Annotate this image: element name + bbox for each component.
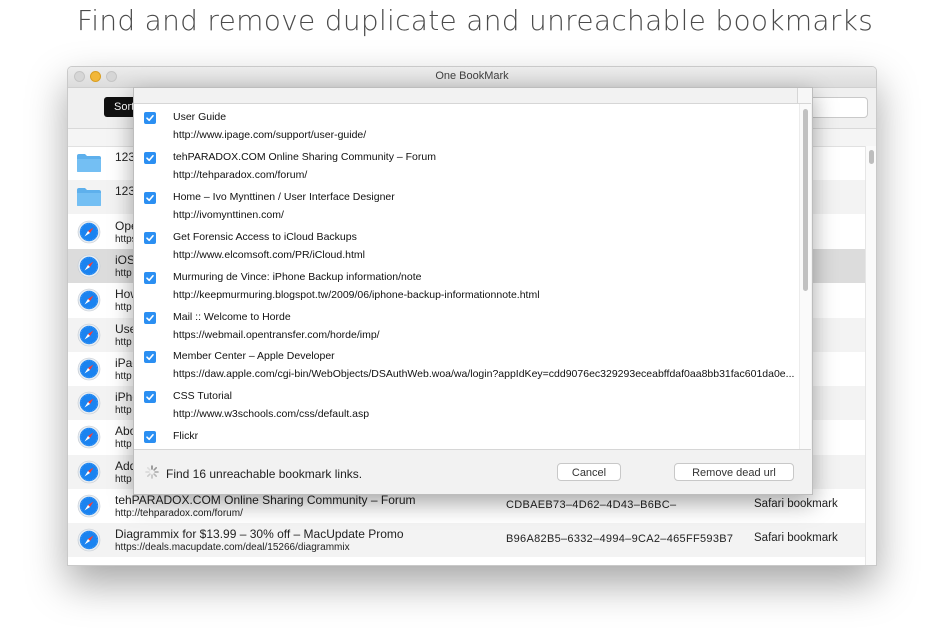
bookmark-type: Safari bookmark: [754, 498, 838, 510]
checkmark-icon: [146, 274, 154, 281]
link-checkbox[interactable]: [144, 351, 156, 364]
dialog-scroll-thumb[interactable]: [803, 109, 808, 291]
bookmark-url: http: [115, 267, 132, 279]
dialog-top-tab: [797, 88, 812, 103]
bookmark-title: tehPARADOX.COM Online Sharing Community …: [115, 493, 416, 507]
bookmark-url: http://tehparadox.com/forum/: [115, 508, 243, 519]
checkmark-icon: [146, 194, 154, 201]
link-url: http://www.elcomsoft.com/PR/iCloud.html: [173, 248, 365, 261]
checkmark-icon: [146, 234, 154, 241]
checkmark-icon: [146, 434, 154, 441]
bookmark-row[interactable]: Diagrammix for $13.99 – 30% off – MacUpd…: [68, 523, 865, 558]
folder-icon: [76, 187, 102, 207]
link-title: Get Forensic Access to iCloud Backups: [173, 230, 357, 243]
title-bar: One BookMark: [68, 67, 876, 88]
window-title: One BookMark: [435, 70, 509, 82]
link-title: tehPARADOX.COM Online Sharing Community …: [173, 150, 436, 163]
checkmark-icon: [146, 394, 154, 401]
bookmark-url: http: [115, 439, 132, 451]
link-title: User Guide: [173, 111, 227, 123]
link-checkbox[interactable]: [144, 112, 156, 124]
cancel-button[interactable]: Cancel: [557, 463, 621, 481]
bookmark-id: CDBAEB73–4D62–4D43–B6BC–: [506, 499, 677, 511]
link-url: http://www.w3schools.com/css/default.asp: [173, 408, 370, 421]
link-url: http://www.ipage.com/support/user-guide/: [173, 129, 367, 141]
bookmark-title: iOS: [115, 252, 136, 267]
safari-icon: [77, 425, 101, 449]
bookmark-url: http: [115, 405, 132, 417]
bookmark-type: Safari bookmark: [754, 532, 838, 545]
safari-icon: [77, 254, 101, 278]
checkmark-icon: [146, 314, 154, 321]
bookmark-url: https://deals.macupdate.com/deal/15266/d…: [115, 542, 350, 554]
list-scrollbar[interactable]: [865, 146, 876, 565]
link-title: Member Center – Apple Developer: [173, 350, 335, 363]
remove-dead-url-button[interactable]: Remove dead url: [674, 463, 794, 481]
link-url: http://tehparadox.com/forum/: [173, 168, 308, 181]
safari-icon: [77, 288, 101, 312]
checkmark-icon: [146, 354, 154, 361]
link-url: http://ivomynttinen.com/: [173, 208, 284, 221]
status-text: Find 16 unreachable bookmark links.: [166, 467, 363, 481]
bookmark-title: Diagrammix for $13.99 – 30% off – MacUpd…: [115, 527, 404, 542]
link-checkbox[interactable]: [144, 151, 156, 164]
unreachable-link-item: User Guide http://www.ipage.com/support/u…: [134, 107, 799, 147]
checkmark-icon: [146, 154, 154, 161]
link-checkbox[interactable]: [144, 311, 156, 324]
link-title: Mail :: Welcome to Horde: [173, 310, 291, 323]
safari-icon: [77, 357, 101, 381]
safari-icon: [77, 460, 101, 484]
link-checkbox[interactable]: [144, 271, 156, 284]
link-checkbox[interactable]: [144, 191, 156, 204]
bookmark-url: http: [115, 473, 132, 485]
safari-icon: [77, 220, 101, 244]
unreachable-link-item: Mail :: Welcome to Hordehttps://webmail.…: [134, 307, 799, 347]
link-checkbox[interactable]: [144, 431, 156, 444]
link-title: Murmuring de Vince: iPhone Backup inform…: [173, 270, 422, 283]
link-url: http://keepmurmuring.blogspot.tw/2009/06…: [173, 288, 540, 301]
unreachable-link-item: Flickr: [134, 426, 799, 449]
list-scroll-thumb[interactable]: [869, 150, 874, 164]
bookmark-url: http: [115, 370, 132, 382]
dialog-scrollbar[interactable]: [799, 104, 811, 449]
unreachable-link-item: Get Forensic Access to iCloud Backups htt…: [134, 227, 799, 267]
folder-icon: [76, 153, 102, 173]
unreachable-links-dialog: Flickr CSS Tutorial http://www.w3schools.c…: [133, 87, 813, 495]
unreachable-link-list: Flickr CSS Tutorial http://www.w3schools.c…: [134, 103, 811, 450]
link-url: https://daw.apple.com/cgi-bin/WebObjects…: [173, 368, 795, 381]
link-url: https://webmail.opentransfer.com/horde/i…: [173, 328, 380, 341]
link-title: CSS Tutorial: [173, 390, 232, 403]
link-checkbox[interactable]: [144, 231, 156, 244]
bookmark-url: http: [115, 302, 132, 314]
link-title: Home – Ivo Mynttinen / User Interface De…: [173, 190, 395, 203]
loading-spinner-icon: [145, 465, 159, 479]
checkmark-icon: [146, 114, 154, 122]
safari-icon: [77, 391, 101, 415]
safari-icon: [77, 494, 101, 518]
unreachable-link-item: Murmuring de Vince: iPhone Backup inform…: [134, 267, 799, 307]
safari-icon: [77, 528, 101, 552]
link-checkbox[interactable]: [144, 391, 156, 404]
unreachable-link-item: tehPARADOX.COM Online Sharing Community …: [134, 147, 799, 187]
page-headline: Find and remove duplicate and unreachabl…: [76, 4, 874, 37]
unreachable-link-item: Home – Ivo Mynttinen / User Interface De…: [134, 187, 799, 227]
unreachable-link-item: CSS Tutorial http://www.w3schools.com/css…: [134, 386, 799, 426]
link-title: Flickr: [173, 430, 199, 443]
safari-icon: [77, 323, 101, 347]
bookmark-id: B96A82B5–6332–4994–9CA2–465FF593B7: [506, 533, 734, 546]
unreachable-link-item: Member Center – Apple Developer https://d…: [134, 346, 799, 386]
bookmark-url: http: [115, 336, 132, 348]
